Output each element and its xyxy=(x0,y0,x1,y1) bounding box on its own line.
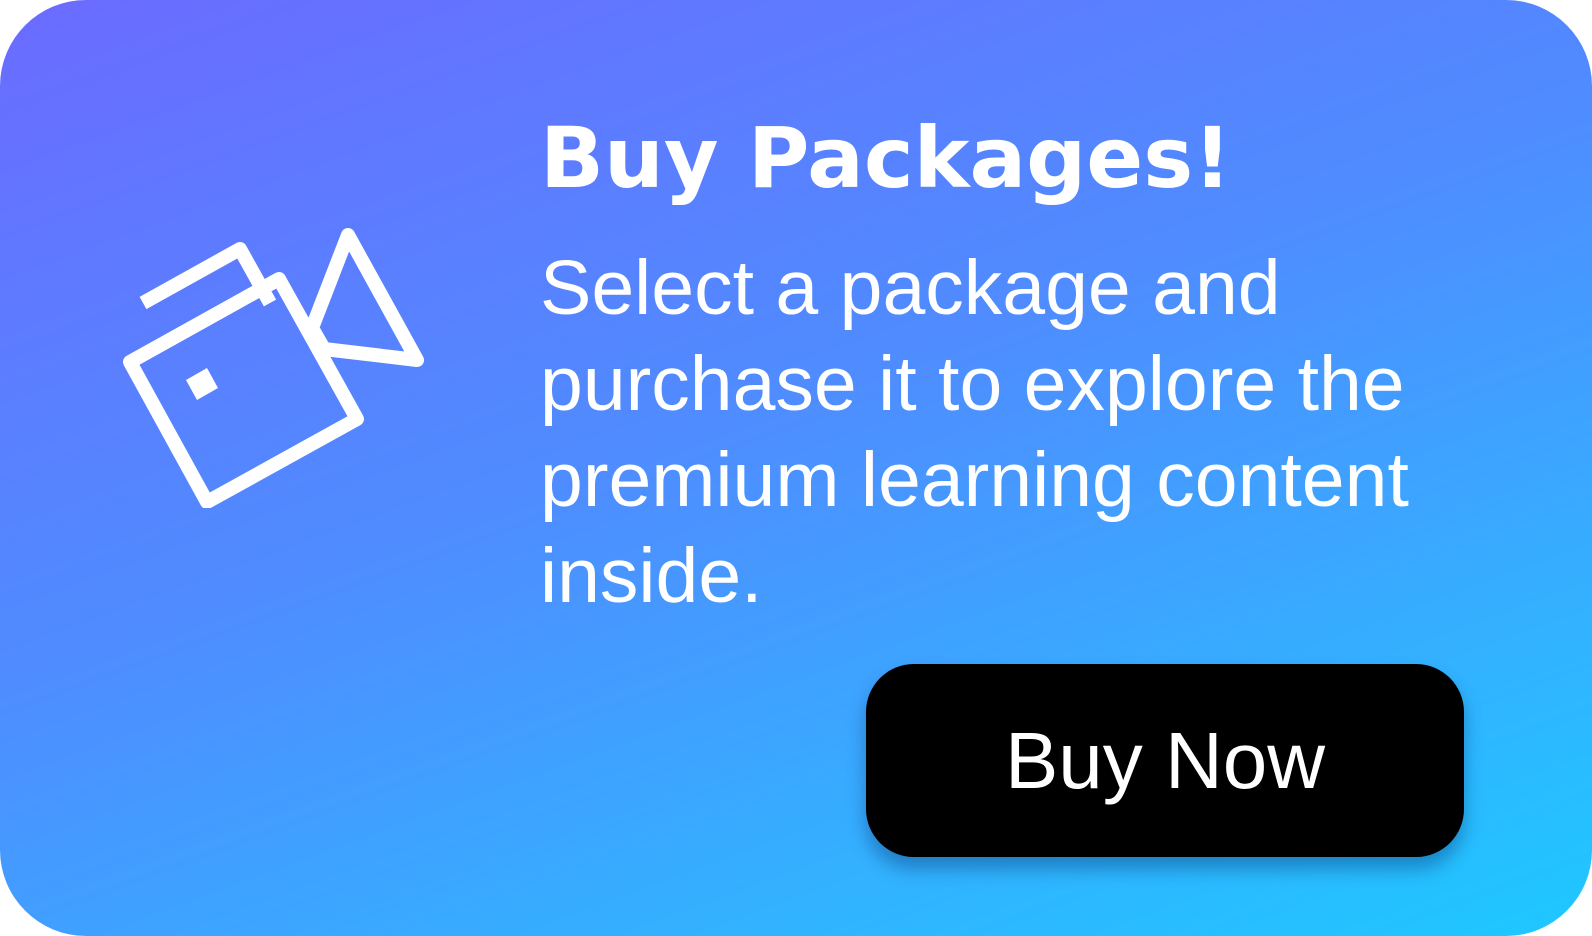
film-camera-icon xyxy=(123,228,424,508)
promo-card: Buy Packages! Select a package and purch… xyxy=(0,0,1592,936)
card-description: Select a package and purchase it to expl… xyxy=(540,245,1409,619)
buy-now-button[interactable]: Buy Now xyxy=(866,664,1464,857)
card-title: Buy Packages! xyxy=(540,109,1232,207)
